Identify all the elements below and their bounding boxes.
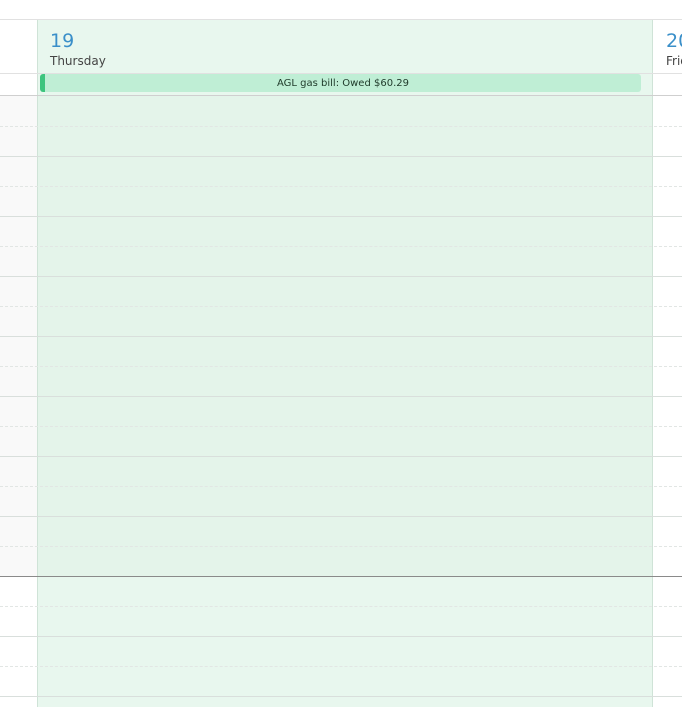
working-hours-end-line xyxy=(0,576,682,577)
time-slot-line xyxy=(0,516,682,517)
next-day-number[interactable]: 20 xyxy=(666,30,682,52)
time-slot-line xyxy=(0,186,682,187)
time-slot-line xyxy=(0,306,682,307)
day-header[interactable] xyxy=(38,19,652,73)
all-day-event[interactable]: AGL gas bill: Owed $60.29 xyxy=(40,74,641,92)
time-slot-line xyxy=(0,456,682,457)
time-slot-line xyxy=(0,666,682,667)
time-slot-line xyxy=(0,276,682,277)
time-slot-line xyxy=(0,546,682,547)
time-slot-line xyxy=(0,126,682,127)
time-slot-line xyxy=(0,396,682,397)
time-slot-line xyxy=(0,426,682,427)
day-number[interactable]: 19 xyxy=(50,30,74,52)
time-slot-line xyxy=(0,156,682,157)
all-day-event-title: AGL gas bill: Owed $60.29 xyxy=(277,77,409,89)
time-slot-line xyxy=(0,636,682,637)
all-day-bottom-border xyxy=(0,95,682,96)
next-day-name: Friday xyxy=(666,54,682,68)
time-slot-line xyxy=(0,216,682,217)
time-slot-line xyxy=(0,486,682,487)
time-slot-line xyxy=(0,246,682,247)
time-slot-line xyxy=(0,606,682,607)
time-slot-line xyxy=(0,696,682,697)
time-slot-line xyxy=(0,366,682,367)
day-name: Thursday xyxy=(50,54,106,68)
time-slot-line xyxy=(0,336,682,337)
top-spacer xyxy=(0,0,682,19)
